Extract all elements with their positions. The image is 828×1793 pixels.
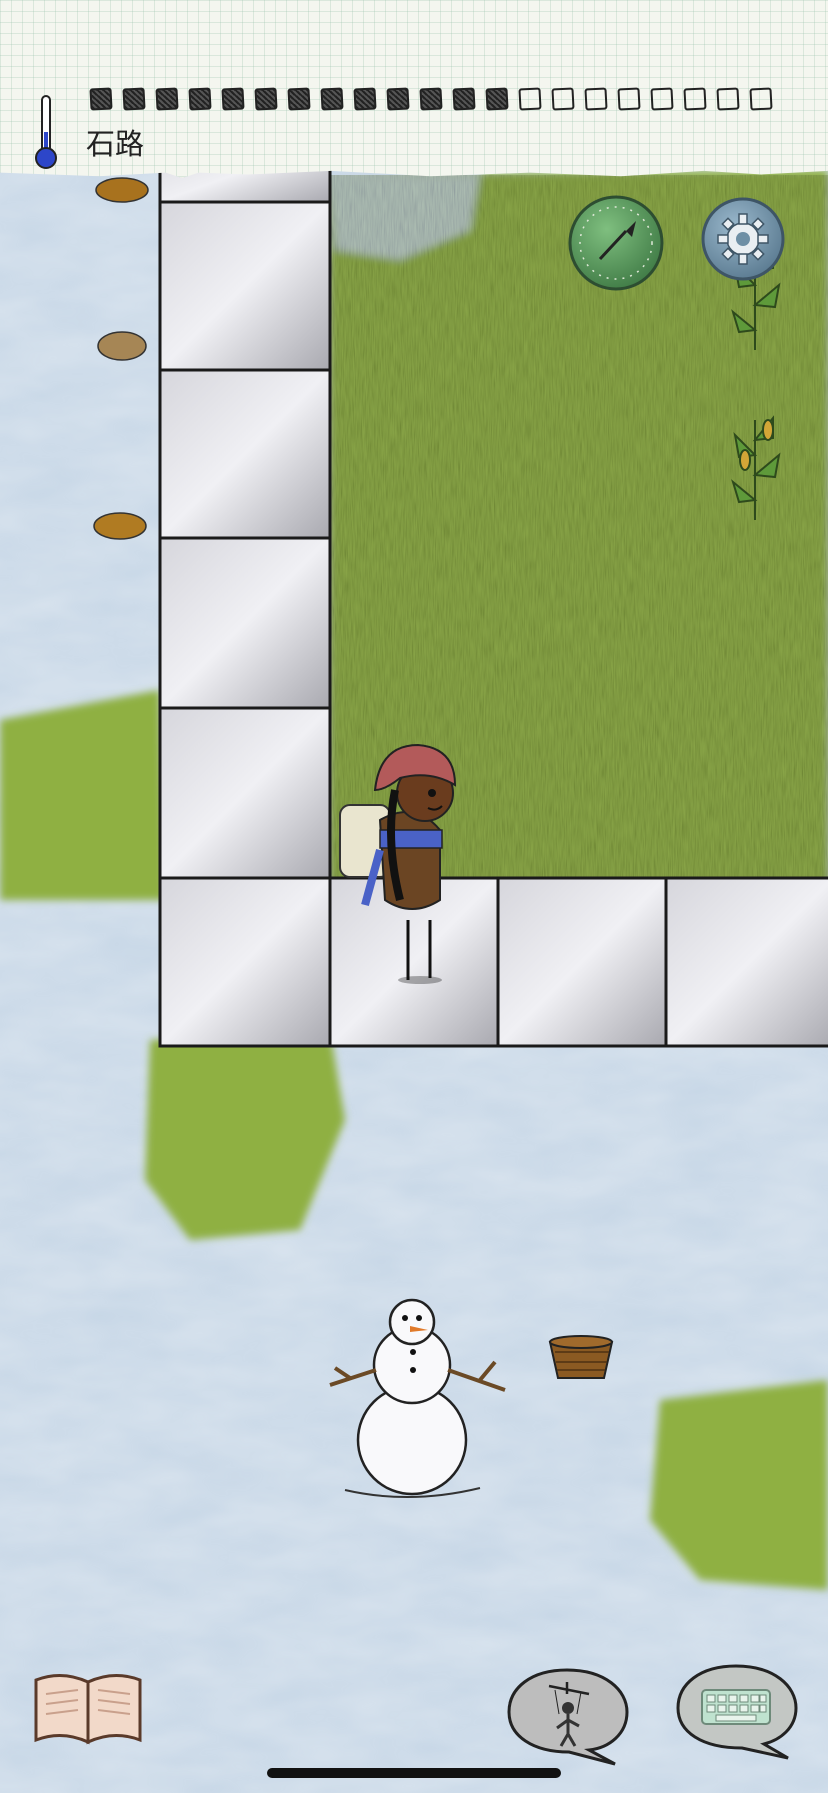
food-pip-empty — [749, 87, 773, 111]
food-pip-full — [287, 87, 311, 111]
stone-tile[interactable] — [158, 876, 332, 1048]
food-pip-empty — [617, 87, 641, 111]
food-pip-empty — [683, 87, 707, 111]
food-pip-full — [155, 87, 179, 111]
food-pip-full — [452, 87, 476, 111]
top-hud: 石路 — [0, 0, 828, 178]
emote-button[interactable] — [505, 1664, 631, 1768]
stone-tile[interactable] — [158, 706, 332, 880]
location-label: 石路 — [86, 127, 145, 161]
thermometer-icon — [35, 95, 57, 169]
keyboard-icon — [676, 1664, 798, 1760]
gear-icon — [701, 197, 785, 281]
food-pip-empty — [551, 87, 575, 111]
food-pip-full — [386, 87, 410, 111]
food-pip-empty — [584, 87, 608, 111]
food-pip-full — [221, 87, 245, 111]
food-pip-empty — [650, 87, 674, 111]
stone-tile[interactable] — [158, 536, 332, 710]
food-pip-full — [254, 87, 278, 111]
food-meter — [89, 87, 773, 111]
recipe-book-button[interactable] — [30, 1668, 146, 1748]
food-pip-full — [419, 87, 443, 111]
dirt-pile[interactable] — [95, 177, 149, 203]
settings-button[interactable] — [700, 196, 786, 282]
dirt-pile[interactable] — [93, 512, 147, 540]
food-pip-full — [485, 87, 509, 111]
food-pip-empty — [716, 87, 740, 111]
compass-icon — [568, 195, 664, 291]
basket[interactable] — [548, 1335, 614, 1379]
compass-button[interactable] — [566, 193, 666, 293]
stone-tile[interactable] — [496, 876, 668, 1048]
book-icon — [34, 1674, 142, 1745]
dirt-pile[interactable] — [97, 331, 147, 361]
food-pip-full — [89, 87, 113, 111]
stone-tile[interactable] — [158, 368, 332, 540]
keyboard-button[interactable] — [672, 1660, 800, 1762]
food-pip-full — [320, 87, 344, 111]
food-pip-full — [353, 87, 377, 111]
food-pip-full — [188, 87, 212, 111]
stone-tile[interactable] — [158, 200, 332, 372]
stone-tile[interactable] — [664, 876, 828, 1048]
food-pip-full — [122, 87, 146, 111]
home-indicator[interactable] — [267, 1768, 561, 1778]
food-pip-empty — [518, 87, 542, 111]
puppet-emote-icon — [507, 1668, 629, 1766]
